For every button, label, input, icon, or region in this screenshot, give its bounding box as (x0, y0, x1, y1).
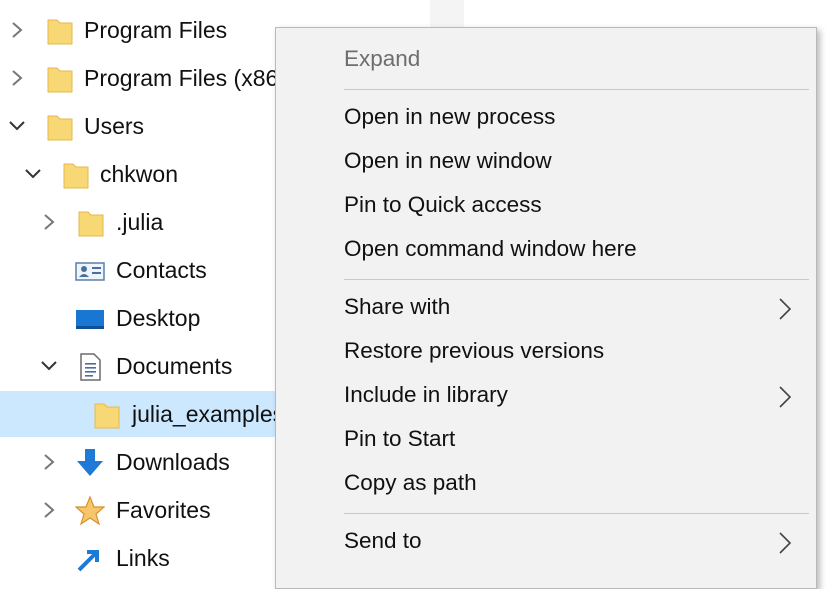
tree-item-label: Contacts (116, 257, 207, 283)
documents-icon (80, 353, 101, 381)
submenu-arrow-icon (779, 532, 792, 554)
menu-item-open-command-window[interactable]: Open command window here (276, 228, 816, 272)
chevron-right-icon[interactable] (42, 213, 56, 231)
menu-item-label: Open command window here (344, 236, 637, 261)
chevron-right-icon[interactable] (42, 453, 56, 471)
tree-item-label: Desktop (116, 305, 201, 331)
tree-item-label: Downloads (116, 449, 230, 475)
tree-item-label: chkwon (100, 161, 178, 187)
menu-item-open-new-process[interactable]: Open in new process (276, 96, 816, 140)
tree-item-label: Links (116, 545, 170, 571)
tree-item-label: Documents (116, 353, 233, 379)
menu-item-label: Include in library (344, 382, 508, 407)
menu-item-open-new-window[interactable]: Open in new window (276, 140, 816, 184)
menu-item-share-with[interactable]: Share with (276, 286, 816, 330)
tree-item-label: julia_examples (132, 401, 285, 427)
menu-item-copy-as-path[interactable]: Copy as path (276, 462, 816, 506)
menu-separator (344, 89, 809, 90)
folder-icon (94, 403, 120, 429)
folder-icon (47, 67, 73, 93)
menu-item-label: Restore previous versions (344, 338, 605, 363)
menu-item-pin-quick-access[interactable]: Pin to Quick access (276, 184, 816, 228)
submenu-arrow-icon (779, 298, 792, 320)
context-menu: Expand Open in new process Open in new w… (275, 27, 817, 589)
menu-item-label: Copy as path (344, 470, 477, 495)
folder-icon (47, 115, 73, 141)
folder-icon (47, 19, 73, 45)
tree-item-label: Program Files (x86) (84, 65, 286, 91)
submenu-arrow-icon (779, 386, 792, 408)
tree-item-label: Users (84, 113, 145, 139)
chevron-down-icon[interactable] (40, 357, 58, 375)
desktop-icon (76, 310, 104, 329)
menu-separator (344, 513, 809, 514)
tree-item-label: Program Files (84, 17, 228, 43)
star-icon (75, 496, 105, 526)
chevron-down-icon[interactable] (24, 165, 42, 183)
chevron-right-icon[interactable] (42, 501, 56, 519)
menu-item-label: Open in new window (344, 148, 552, 173)
chevron-right-icon[interactable] (10, 69, 24, 87)
menu-item-label: Open in new process (344, 104, 556, 129)
menu-item-pin-to-start[interactable]: Pin to Start (276, 418, 816, 462)
folder-icon (63, 163, 89, 189)
menu-separator (344, 279, 809, 280)
menu-item-label: Share with (344, 294, 451, 319)
chevron-right-icon[interactable] (10, 21, 24, 39)
contacts-icon (75, 262, 105, 281)
menu-item-label: Pin to Start (344, 426, 456, 451)
menu-item-label: Send to (344, 528, 422, 553)
links-arrow-icon (77, 550, 99, 572)
folder-icon (78, 211, 104, 237)
menu-item-label: Expand (344, 46, 421, 71)
tree-item-label: .julia (116, 209, 164, 235)
download-arrow-icon (77, 449, 103, 476)
chevron-down-icon[interactable] (8, 117, 26, 135)
menu-item-expand: Expand (276, 38, 816, 82)
menu-item-restore-previous-versions[interactable]: Restore previous versions (276, 330, 816, 374)
tree-item-label: Favorites (116, 497, 211, 523)
menu-item-include-in-library[interactable]: Include in library (276, 374, 816, 418)
menu-item-label: Pin to Quick access (344, 192, 542, 217)
menu-item-send-to[interactable]: Send to (276, 520, 816, 564)
